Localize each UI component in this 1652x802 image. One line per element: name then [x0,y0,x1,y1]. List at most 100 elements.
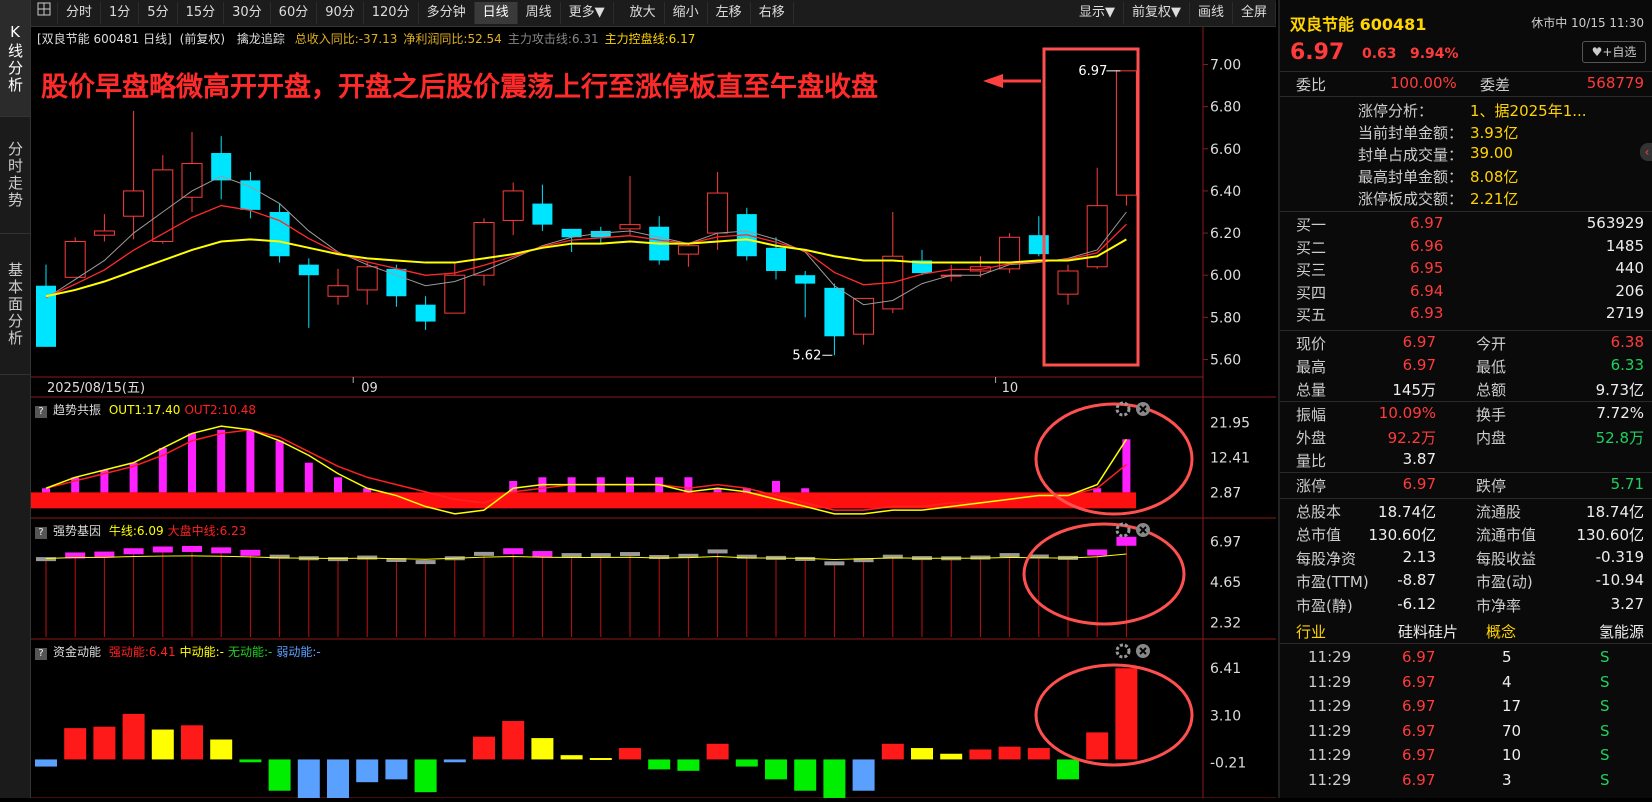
candle-body [1057,270,1079,295]
tab-intraday[interactable]: 分时走势 [0,117,30,234]
period-8[interactable]: 多分钟 [419,2,475,24]
momentum-bar [239,759,262,763]
candle [356,262,378,305]
gene-bar [532,551,553,558]
candle-body [795,275,816,284]
period-9[interactable]: 日线 [474,2,518,24]
ma-red-line [45,204,1127,299]
industry-link[interactable]: 硅料硅片 [1398,621,1458,642]
period-11[interactable]: 更多▼ [561,2,614,24]
panel3-header: ? 强势基因 牛线:6.09 大盘中线:6.23 [35,522,246,539]
toolbar-right-1[interactable]: 前复权▼ [1124,2,1190,24]
bid-row[interactable]: 买三 6.95 440 [1280,257,1652,280]
highlight-ellipse [1034,663,1194,767]
period-5[interactable]: 60分 [271,2,318,24]
add-watchlist-button[interactable]: ♥+自选 [1582,41,1646,63]
x-tick-label: 2025/08/15(五) [47,381,145,396]
metric-0: 总收入同比:-37.13 [294,32,398,46]
bid-row[interactable]: 买二 6.96 1485 [1280,235,1652,258]
gear-icon[interactable] [1115,643,1131,659]
grid-menu-icon[interactable] [31,2,58,24]
period-6[interactable]: 90分 [317,2,364,24]
toolbar-right: 显示▼ 前复权▼ 画线 全屏 [1071,0,1276,26]
period-4[interactable]: 30分 [224,2,271,24]
gene-bar [1116,536,1137,546]
toolbar-right-2[interactable]: 画线 [1190,2,1233,24]
period-7[interactable]: 120分 [364,2,419,24]
close-icon[interactable] [1136,523,1150,537]
help-icon[interactable]: ? [35,527,47,539]
stats3-row: 涨停 6.97 跌停 5.71 [1296,475,1644,495]
period-0[interactable]: 分时 [58,2,102,24]
candle [240,171,261,219]
candle-body [532,203,553,225]
tick-list[interactable]: 11:29 6.97 5 S 11:29 6.97 4 S 11:29 6.97 17 S 11:29 6… [1280,644,1652,798]
tick-row: 11:29 6.97 10 S [1308,746,1610,765]
period-1[interactable]: 1分 [101,2,140,24]
momentum-bar [911,748,933,760]
bid-row[interactable]: 买一 6.97 563929 [1280,212,1652,235]
candle [969,256,991,278]
period-10[interactable]: 周线 [518,2,561,24]
momentum-bar [356,759,379,783]
band-bar [31,492,1136,509]
candle-body [619,224,641,230]
candle-body [240,180,261,210]
gene-bar [211,547,232,554]
candle [1028,216,1049,257]
tool-2[interactable]: 左移 [708,2,751,24]
gene-bar [707,549,728,554]
high-label: 6.97 [1078,64,1107,79]
momentum-bar [940,753,963,760]
histogram-bar [304,462,313,493]
tab-kline-analysis[interactable]: K线分析 [0,0,30,117]
candle-body [444,274,466,314]
help-icon[interactable]: ? [35,406,47,418]
limit-up-analysis[interactable]: 涨停分析： 1、据2025年1... 当前封单金额： 3.93亿 封单占成交量： 39.0… [1280,96,1652,210]
y-tick-label: 6.00 [1210,268,1241,284]
histogram-bar [217,429,226,493]
zoom-tools: 放大 缩小 左移 右移 [622,2,794,24]
weibi-row: 委比 100.00% 委差 568779 [1296,74,1644,94]
concept-link[interactable]: 氢能源 [1599,621,1644,642]
close-icon[interactable] [1136,644,1150,658]
tick-row: 11:29 6.97 3 S [1308,771,1610,789]
panel3-title: 强势基因 [53,524,102,538]
gene-bar [474,551,494,556]
momentum-bar [210,739,233,760]
collapse-arrow-icon[interactable]: ‹ [1640,143,1652,161]
histogram-bar [1122,439,1131,493]
momentum-bar [1027,748,1050,760]
indicator-name: 擒龙追踪 [236,32,285,46]
period-buttons: 分时 1分 5分 15分 30分 60分 90分 120分 多分钟 日线 周线 更多▼ [58,2,614,24]
gene-bar [503,548,524,555]
stats4-row: 每股净资 2.13 每股收益 -0.319 [1296,547,1644,568]
series-label: 无动能:- [227,645,273,659]
toolbar-right-0[interactable]: 显示▼ [1071,2,1124,24]
tool-1[interactable]: 缩小 [665,2,708,24]
bid-row[interactable]: 买四 6.94 206 [1280,280,1652,303]
candle [502,182,524,236]
bid-row[interactable]: 买五 6.93 2719 [1280,302,1652,325]
momentum-bar [735,759,758,767]
series-label: OUT1:17.40 [108,403,181,417]
candle [940,264,962,282]
close-icon[interactable] [1136,402,1150,416]
tool-0[interactable]: 放大 [622,2,665,24]
period-2[interactable]: 5分 [139,2,178,24]
toolbar-right-3[interactable]: 全屏 [1233,2,1276,24]
stats1-row: 最高 6.97 最低 6.33 [1296,356,1644,376]
y-tick-label: 12.41 [1210,451,1250,467]
y-tick-label: 5.60 [1210,352,1241,368]
tick-row: 11:29 6.97 4 S [1308,672,1610,691]
last-price: 6.97 [1290,40,1345,65]
panel4-title: 资金动能 [53,645,102,659]
panel2-header: ? 趋势共振 OUT1:17.40 OUT2:10.48 [35,401,256,418]
tab-fundamentals[interactable]: 基本面分析 [0,234,30,375]
help-icon[interactable]: ? [35,648,47,660]
y-tick-label: -0.21 [1210,755,1246,771]
candle [532,184,553,231]
candle [824,283,845,356]
tool-3[interactable]: 右移 [751,2,794,24]
period-3[interactable]: 15分 [178,2,225,24]
